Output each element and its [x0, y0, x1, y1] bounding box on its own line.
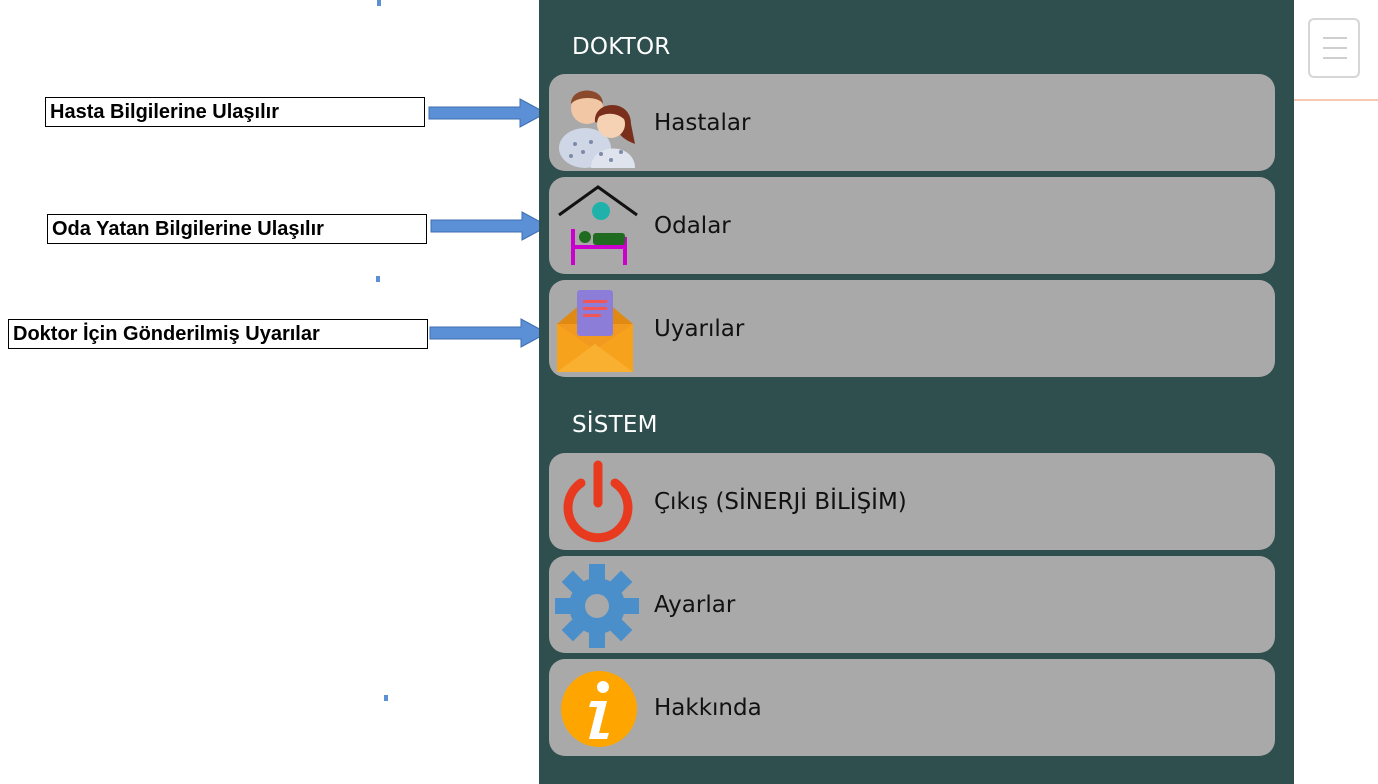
power-icon — [555, 457, 641, 547]
annotation-arrow-rooms — [430, 211, 550, 241]
patients-icon — [555, 78, 641, 168]
menu-item-alerts[interactable]: Uyarılar — [549, 280, 1275, 377]
menu-item-settings[interactable]: Ayarlar — [549, 556, 1275, 653]
annotation-arrow-patients — [428, 98, 548, 128]
annotation-rooms: Oda Yatan Bilgilerine Ulaşılır — [47, 214, 427, 244]
section-title-system: SİSTEM — [572, 412, 658, 438]
menu-item-label: Hakkında — [654, 694, 762, 721]
anchor-marker — [384, 695, 388, 701]
header-divider — [1294, 99, 1378, 101]
hamburger-line — [1323, 37, 1347, 39]
hamburger-menu-button[interactable] — [1308, 18, 1360, 78]
anchor-marker — [376, 276, 380, 282]
menu-item-label: Ayarlar — [654, 591, 736, 618]
menu-item-logout[interactable]: Çıkış (SİNERJİ BİLİŞİM) — [549, 453, 1275, 550]
menu-item-about[interactable]: Hakkında — [549, 659, 1275, 756]
menu-item-label: Çıkış (SİNERJİ BİLİŞİM) — [654, 488, 907, 515]
menu-item-rooms[interactable]: Odalar — [549, 177, 1275, 274]
menu-item-label: Odalar — [654, 212, 731, 239]
annotation-alerts: Doktor İçin Gönderilmiş Uyarılar — [8, 319, 428, 349]
hospital-bed-icon — [555, 181, 641, 271]
anchor-marker — [377, 0, 381, 6]
menu-item-label: Uyarılar — [654, 315, 745, 342]
navigation-drawer: DOKTOR Hastalar Odalar Uyarılar SİSTEM Ç… — [539, 0, 1294, 784]
annotation-arrow-alerts — [429, 318, 549, 348]
hamburger-line — [1323, 47, 1347, 49]
section-title-doctor: DOKTOR — [572, 34, 671, 60]
info-icon — [555, 663, 641, 753]
annotation-patients: Hasta Bilgilerine Ulaşılır — [45, 97, 425, 127]
mail-alert-icon — [555, 284, 641, 374]
gear-icon — [555, 560, 641, 650]
menu-item-patients[interactable]: Hastalar — [549, 74, 1275, 171]
menu-item-label: Hastalar — [654, 109, 751, 136]
hamburger-line — [1323, 57, 1347, 59]
